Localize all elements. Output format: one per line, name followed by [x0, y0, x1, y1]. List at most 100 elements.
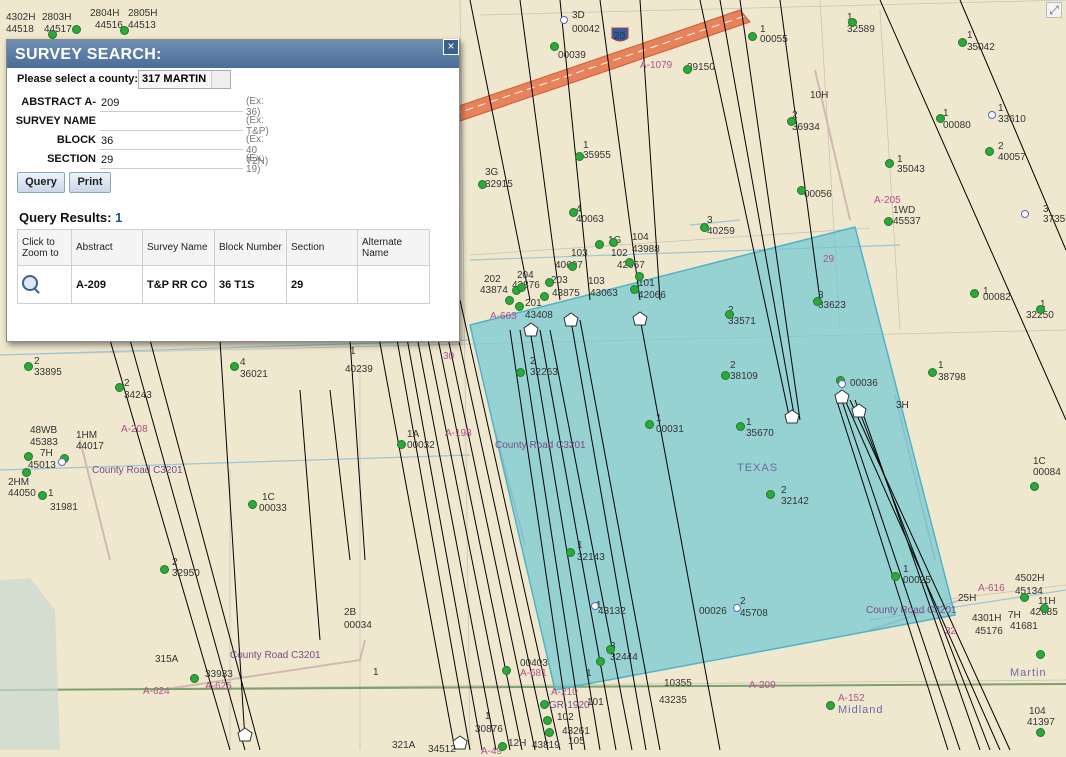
- oil-well-icon[interactable]: [575, 152, 584, 161]
- county-select[interactable]: 317 MARTIN: [138, 70, 231, 89]
- oil-well-icon[interactable]: [970, 289, 979, 298]
- oil-well-icon[interactable]: [848, 18, 857, 27]
- permitted-well-icon[interactable]: [988, 111, 996, 119]
- oil-well-icon[interactable]: [596, 657, 605, 666]
- oil-well-icon[interactable]: [502, 666, 511, 675]
- oil-well-icon[interactable]: [609, 238, 618, 247]
- oil-well-icon[interactable]: [540, 292, 549, 301]
- oil-well-icon[interactable]: [958, 38, 967, 47]
- section-label: SECTION: [47, 153, 96, 165]
- oil-well-icon[interactable]: [230, 362, 239, 371]
- oil-well-icon[interactable]: [928, 368, 937, 377]
- dropdown-arrow-icon[interactable]: [211, 71, 230, 88]
- oil-well-icon[interactable]: [566, 548, 575, 557]
- oil-well-icon[interactable]: [725, 310, 734, 319]
- map-label: 1: [373, 667, 379, 678]
- oil-well-icon[interactable]: [625, 258, 634, 267]
- close-icon[interactable]: ×: [443, 39, 459, 55]
- print-button[interactable]: Print: [69, 172, 111, 193]
- map-label: 1HM: [76, 430, 98, 441]
- oil-well-icon[interactable]: [891, 572, 900, 581]
- oil-well-icon[interactable]: [569, 208, 578, 217]
- oil-well-icon[interactable]: [160, 565, 169, 574]
- map-label: 29: [823, 254, 835, 265]
- section-input[interactable]: 29: [100, 153, 243, 169]
- map-label: 33895: [34, 367, 62, 378]
- oil-well-icon[interactable]: [635, 272, 644, 281]
- map-label: 3D: [572, 10, 585, 21]
- oil-well-icon[interactable]: [1036, 305, 1045, 314]
- oil-well-icon[interactable]: [1040, 604, 1049, 613]
- oil-well-icon[interactable]: [48, 30, 57, 39]
- oil-well-icon[interactable]: [545, 728, 554, 737]
- zoom-cell[interactable]: [17, 265, 72, 304]
- oil-well-icon[interactable]: [1036, 650, 1045, 659]
- map-label: 35670: [746, 428, 774, 439]
- oil-well-icon[interactable]: [1036, 728, 1045, 737]
- oil-well-icon[interactable]: [606, 645, 615, 654]
- oil-well-icon[interactable]: [248, 500, 257, 509]
- oil-well-icon[interactable]: [595, 240, 604, 249]
- permitted-well-icon[interactable]: [58, 458, 66, 466]
- map-label: 32263: [530, 367, 558, 378]
- table-row[interactable]: A-209 T&P RR CO 36 T1S 29: [17, 265, 430, 304]
- oil-well-icon[interactable]: [936, 114, 945, 123]
- map-label: County Road C3201: [866, 605, 957, 616]
- map-label: 104: [1029, 706, 1046, 717]
- oil-well-icon[interactable]: [543, 716, 552, 725]
- query-button[interactable]: Query: [17, 172, 65, 193]
- oil-well-icon[interactable]: [826, 701, 835, 710]
- permitted-well-icon[interactable]: [591, 602, 599, 610]
- oil-well-icon[interactable]: [24, 452, 33, 461]
- oil-well-icon[interactable]: [24, 362, 33, 371]
- oil-well-icon[interactable]: [22, 468, 31, 477]
- map-label: 12H: [508, 738, 527, 749]
- oil-well-icon[interactable]: [885, 159, 894, 168]
- oil-well-icon[interactable]: [516, 368, 525, 377]
- oil-well-icon[interactable]: [550, 42, 559, 51]
- oil-well-icon[interactable]: [190, 674, 199, 683]
- oil-well-icon[interactable]: [505, 296, 514, 305]
- expand-icon[interactable]: ⤢: [1046, 2, 1062, 18]
- col-header-block-number: Block Number: [214, 229, 287, 266]
- oil-well-icon[interactable]: [683, 65, 692, 74]
- oil-well-icon[interactable]: [478, 180, 487, 189]
- oil-well-icon[interactable]: [813, 297, 822, 306]
- oil-well-icon[interactable]: [115, 383, 124, 392]
- oil-well-icon[interactable]: [72, 25, 81, 34]
- oil-well-icon[interactable]: [397, 440, 406, 449]
- oil-well-icon[interactable]: [545, 278, 554, 287]
- oil-well-icon[interactable]: [797, 186, 806, 195]
- oil-well-icon[interactable]: [645, 420, 654, 429]
- oil-well-icon[interactable]: [1030, 482, 1039, 491]
- map-label: GR-1920: [549, 700, 590, 711]
- county-select-value: 317 MARTIN: [142, 73, 207, 85]
- oil-well-icon[interactable]: [736, 422, 745, 431]
- map-label: 1: [746, 417, 752, 428]
- oil-well-icon[interactable]: [748, 32, 757, 41]
- abstract-input[interactable]: 209: [100, 96, 243, 112]
- oil-well-icon[interactable]: [38, 491, 47, 500]
- oil-well-icon[interactable]: [568, 262, 577, 271]
- oil-well-icon[interactable]: [985, 147, 994, 156]
- survey-name-input[interactable]: [100, 115, 243, 131]
- oil-well-icon[interactable]: [517, 283, 526, 292]
- map-label: 2: [530, 356, 536, 367]
- block-input[interactable]: 36: [100, 134, 243, 150]
- oil-well-icon[interactable]: [1020, 593, 1029, 602]
- oil-well-icon[interactable]: [515, 302, 524, 311]
- oil-well-icon[interactable]: [766, 490, 775, 499]
- permitted-well-icon[interactable]: [838, 380, 846, 388]
- map-label: 1C: [1033, 456, 1046, 467]
- permitted-well-icon[interactable]: [733, 604, 741, 612]
- oil-well-icon[interactable]: [700, 223, 709, 232]
- oil-well-icon[interactable]: [721, 371, 730, 380]
- permitted-well-icon[interactable]: [560, 16, 568, 24]
- zoom-in-icon[interactable]: [22, 275, 38, 291]
- oil-well-icon[interactable]: [787, 117, 796, 126]
- oil-well-icon[interactable]: [884, 217, 893, 226]
- oil-well-icon[interactable]: [540, 700, 549, 709]
- permitted-well-icon[interactable]: [1021, 210, 1029, 218]
- oil-well-icon[interactable]: [630, 285, 639, 294]
- oil-well-icon[interactable]: [120, 26, 129, 35]
